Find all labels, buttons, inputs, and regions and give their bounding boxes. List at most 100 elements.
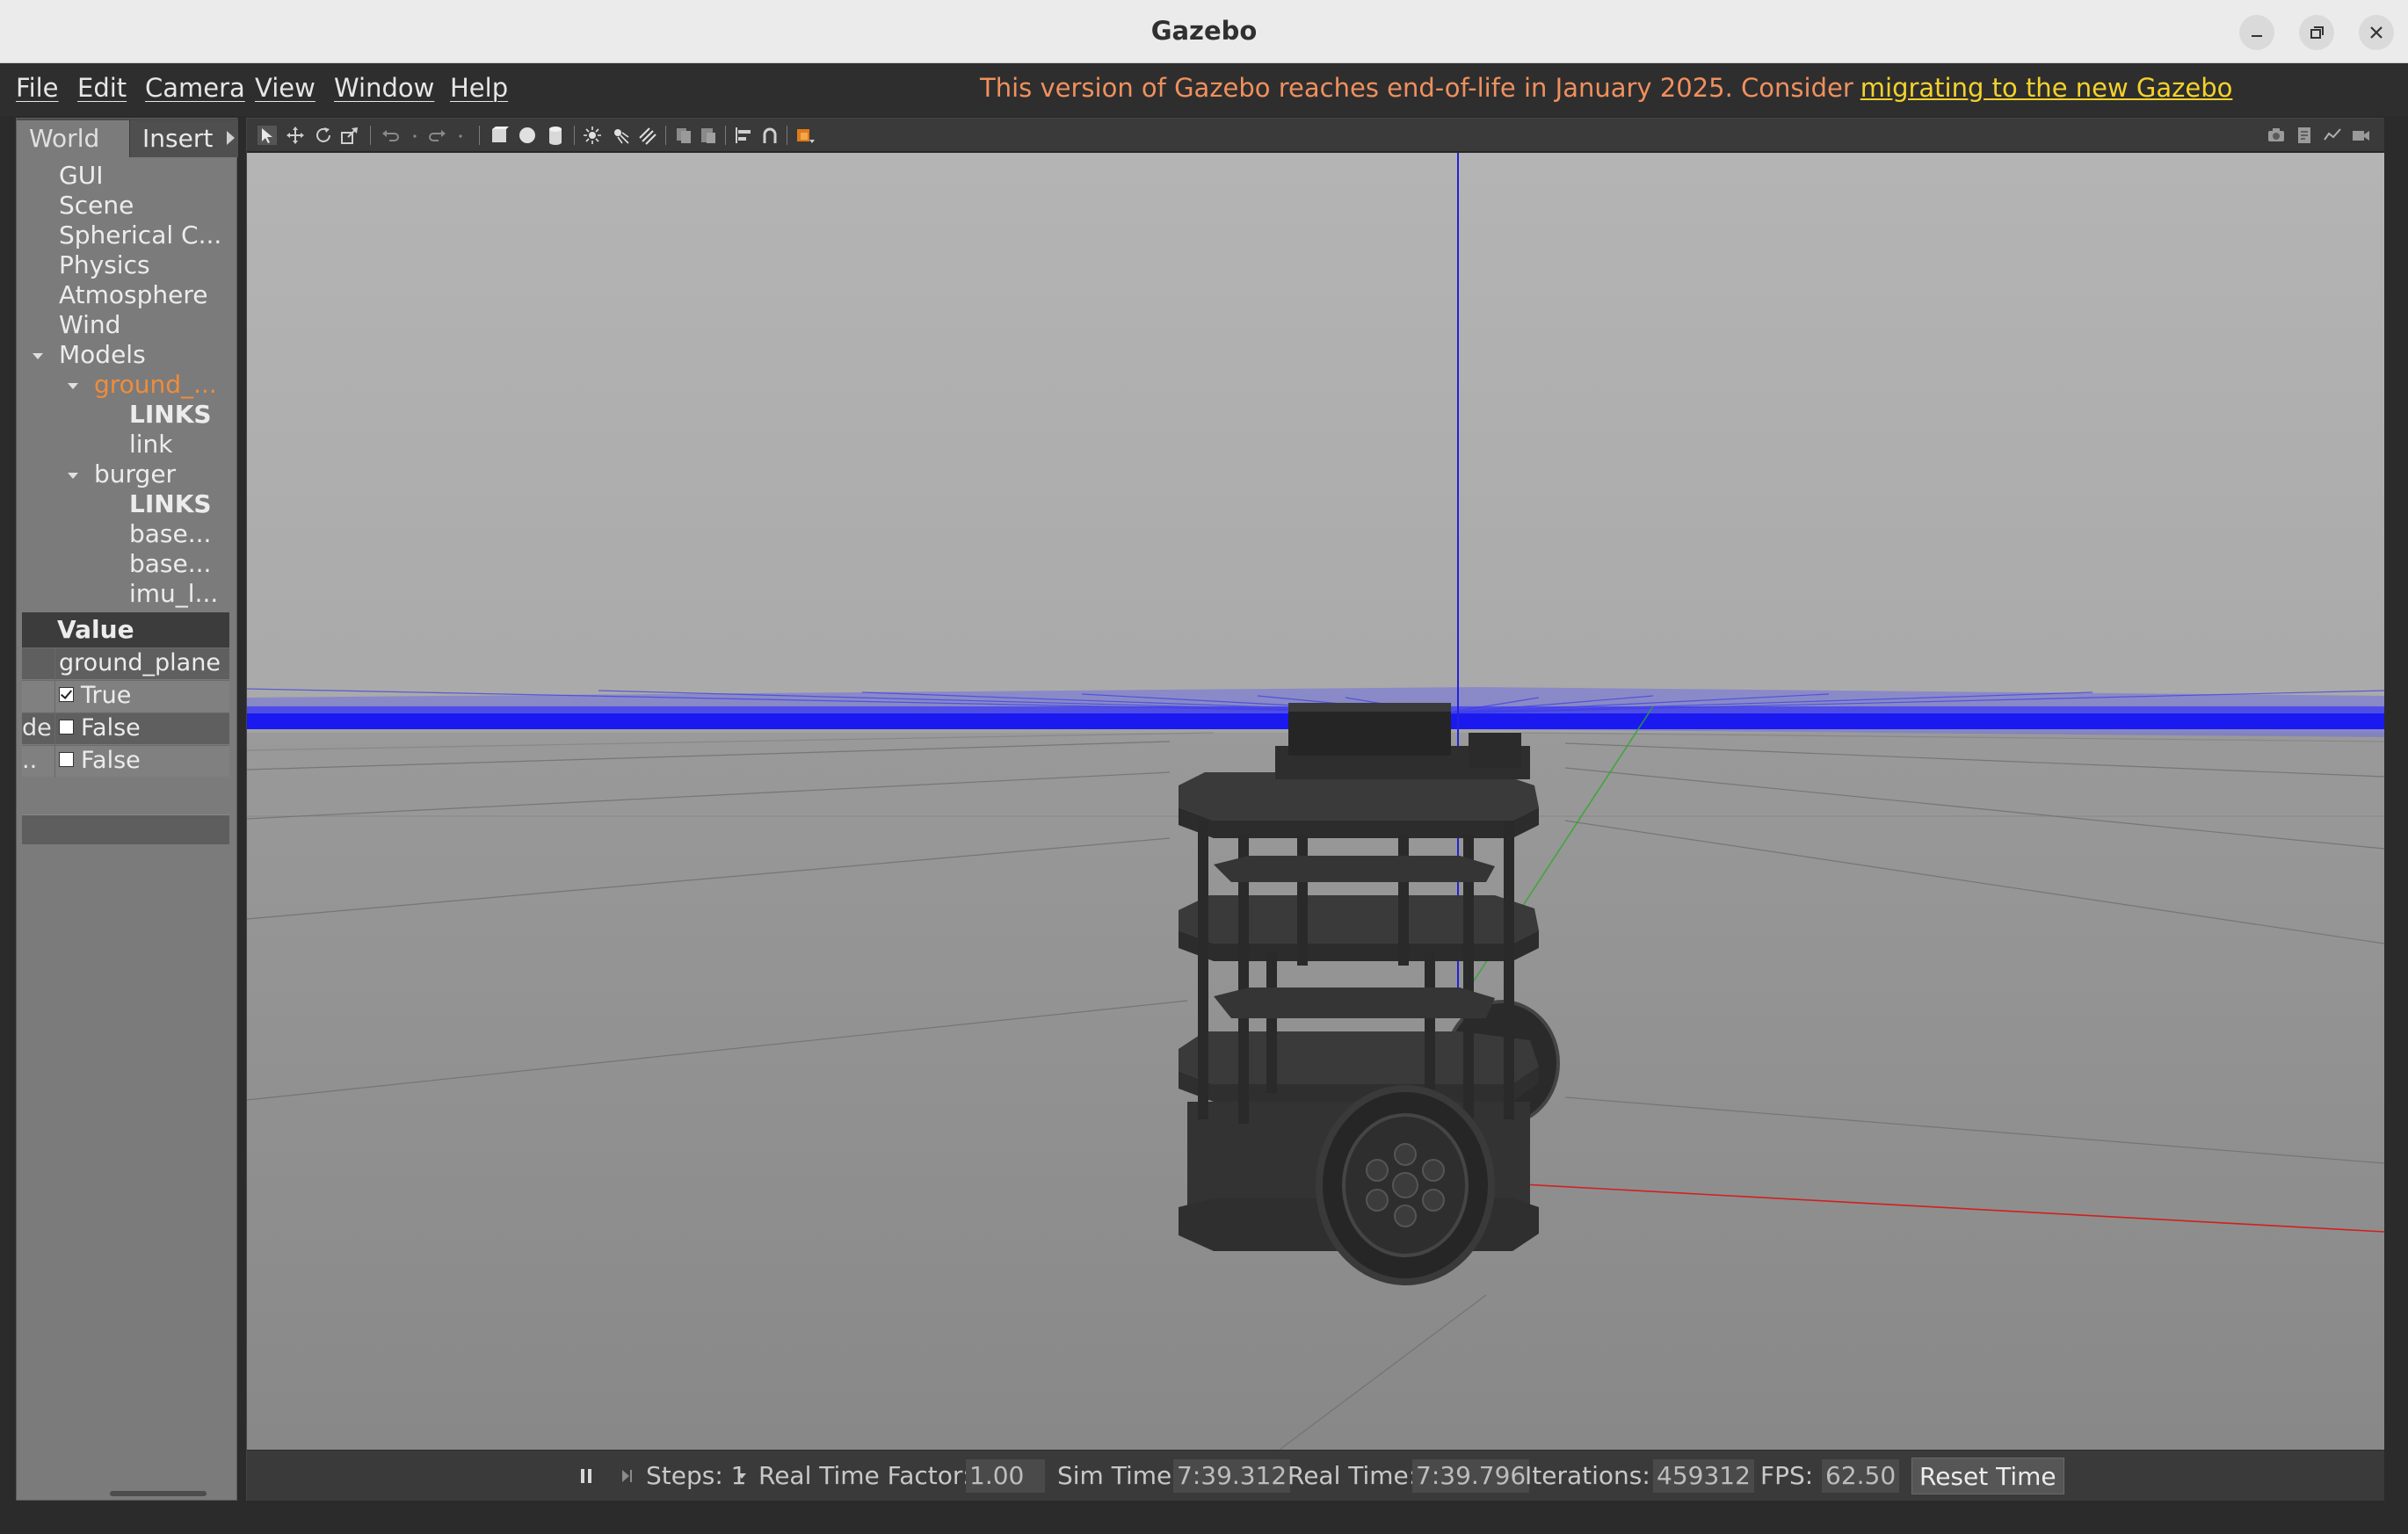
rotate-mode-icon[interactable] bbox=[314, 126, 333, 145]
migration-link[interactable]: migrating to the new Gazebo bbox=[1860, 73, 2233, 103]
sim-time-value: 7:39.312 bbox=[1173, 1459, 1291, 1493]
property-key bbox=[22, 681, 55, 713]
undo-icon[interactable] bbox=[381, 126, 400, 145]
tree-item-wind[interactable]: Wind bbox=[59, 310, 120, 340]
align-icon[interactable] bbox=[734, 126, 753, 145]
tree-item-base-link[interactable]: base... bbox=[129, 549, 211, 579]
tab-insert-label: Insert bbox=[142, 124, 214, 153]
title-bar: Gazebo bbox=[0, 0, 2408, 63]
change-view-icon[interactable] bbox=[795, 126, 815, 145]
tab-scroll-right-icon[interactable] bbox=[227, 131, 235, 145]
step-icon[interactable] bbox=[620, 1467, 634, 1485]
point-light-icon[interactable] bbox=[583, 126, 602, 145]
panel-resize-handle[interactable] bbox=[110, 1491, 207, 1496]
toolbar-separator bbox=[665, 126, 666, 145]
sky-background bbox=[247, 153, 2384, 719]
box-shape-icon[interactable] bbox=[490, 126, 509, 145]
property-header: Value bbox=[22, 612, 229, 648]
fps-value: 62.50 bbox=[1822, 1459, 1900, 1493]
redo-dropdown-icon[interactable] bbox=[451, 126, 470, 145]
property-value: False bbox=[81, 747, 141, 774]
minimize-icon bbox=[2252, 35, 2262, 37]
tab-world[interactable]: World bbox=[17, 120, 129, 157]
menu-view[interactable]: View bbox=[255, 69, 316, 107]
snap-icon[interactable] bbox=[760, 126, 780, 145]
property-checkbox[interactable] bbox=[59, 752, 74, 767]
spot-light-icon[interactable] bbox=[611, 126, 630, 145]
tree-item-models[interactable]: Models bbox=[59, 340, 146, 370]
iterations-value: 459312 bbox=[1653, 1459, 1754, 1493]
eol-notice: This version of Gazebo reaches end-of-li… bbox=[980, 69, 2232, 107]
paste-icon[interactable] bbox=[699, 126, 718, 145]
real-time-factor-value: 1.00 bbox=[966, 1459, 1045, 1493]
property-value: ground_plane bbox=[59, 649, 221, 677]
window-title: Gazebo bbox=[1150, 16, 1258, 46]
property-checkbox[interactable] bbox=[59, 720, 74, 734]
real-time-value: 7:39.796 bbox=[1412, 1459, 1530, 1493]
menu-bar: File Edit Camera View Window Help This v… bbox=[0, 63, 2408, 116]
tree-item-link[interactable]: link bbox=[129, 430, 173, 459]
expand-burger-icon[interactable] bbox=[68, 473, 78, 479]
toolbar-separator bbox=[479, 126, 480, 145]
close-button[interactable] bbox=[2359, 15, 2394, 50]
restore-icon bbox=[2310, 26, 2324, 39]
property-value: True bbox=[81, 682, 132, 709]
steps-dropdown-icon[interactable] bbox=[736, 1472, 748, 1480]
value-column-header: Value bbox=[57, 615, 134, 644]
menu-camera[interactable]: Camera bbox=[145, 69, 245, 107]
expand-ground-plane-icon[interactable] bbox=[68, 383, 78, 389]
render-viewport: Steps: 1 Real Time Factor: 1.00 Sim Time… bbox=[246, 118, 2384, 1501]
translate-mode-icon[interactable] bbox=[286, 126, 305, 145]
maximize-button[interactable] bbox=[2299, 15, 2334, 50]
tree-item-base-footprint[interactable]: base... bbox=[129, 519, 211, 549]
scene-toolbar bbox=[247, 119, 2384, 152]
plot-icon[interactable] bbox=[2323, 126, 2342, 145]
tree-item-gui[interactable]: GUI bbox=[59, 161, 103, 191]
tree-item-links-header: LINKS bbox=[129, 489, 212, 518]
property-row[interactable]: .. False bbox=[22, 745, 229, 778]
scene-render bbox=[247, 153, 2384, 1450]
tree-item-atmosphere[interactable]: Atmosphere bbox=[59, 280, 208, 310]
real-time-label: Real Time: bbox=[1287, 1461, 1418, 1490]
tab-insert[interactable]: Insert bbox=[129, 120, 238, 157]
redo-icon[interactable] bbox=[428, 126, 447, 145]
property-row[interactable]: ground_plane bbox=[22, 648, 229, 680]
minimize-button[interactable] bbox=[2239, 15, 2274, 50]
property-checkbox[interactable] bbox=[59, 687, 74, 702]
directional-light-icon[interactable] bbox=[637, 126, 656, 145]
menu-help[interactable]: Help bbox=[450, 69, 508, 107]
select-mode-icon[interactable] bbox=[257, 126, 277, 145]
video-record-icon[interactable] bbox=[2351, 126, 2370, 145]
reset-time-button[interactable]: Reset Time bbox=[1911, 1458, 2064, 1494]
property-empty-row bbox=[22, 814, 229, 844]
menu-window[interactable]: Window bbox=[334, 69, 434, 107]
property-row[interactable]: True bbox=[22, 680, 229, 713]
menu-edit[interactable]: Edit bbox=[77, 69, 127, 107]
scale-mode-icon[interactable] bbox=[340, 126, 359, 145]
undo-dropdown-icon[interactable] bbox=[405, 126, 424, 145]
tree-item-spherical-coordinates[interactable]: Spherical C... bbox=[59, 221, 221, 250]
sphere-shape-icon[interactable] bbox=[518, 126, 537, 145]
screenshot-icon[interactable] bbox=[2267, 126, 2286, 145]
expand-models-icon[interactable] bbox=[33, 353, 43, 359]
close-icon bbox=[2370, 26, 2383, 39]
toolbar-separator bbox=[725, 126, 726, 145]
steps-label[interactable]: Steps: 1 bbox=[646, 1459, 747, 1493]
tree-item-physics[interactable]: Physics bbox=[59, 250, 150, 280]
copy-icon[interactable] bbox=[674, 126, 693, 145]
pause-icon[interactable] bbox=[579, 1467, 593, 1485]
panel-tabs: World Insert bbox=[17, 119, 238, 157]
fps-label: FPS: bbox=[1760, 1461, 1814, 1490]
tree-item-scene[interactable]: Scene bbox=[59, 191, 134, 221]
log-icon[interactable] bbox=[2295, 126, 2314, 145]
menu-file[interactable]: File bbox=[16, 69, 59, 107]
tree-item-links-header: LINKS bbox=[129, 400, 212, 429]
tree-item-imu-link[interactable]: imu_l... bbox=[129, 579, 218, 609]
property-row[interactable]: de False bbox=[22, 713, 229, 745]
property-value: False bbox=[81, 714, 141, 742]
property-key bbox=[22, 648, 55, 680]
tree-item-burger[interactable]: burger bbox=[94, 459, 176, 489]
cylinder-shape-icon[interactable] bbox=[546, 126, 565, 145]
3d-scene[interactable] bbox=[247, 153, 2384, 1450]
tree-item-ground-plane[interactable]: ground_... bbox=[94, 370, 217, 400]
